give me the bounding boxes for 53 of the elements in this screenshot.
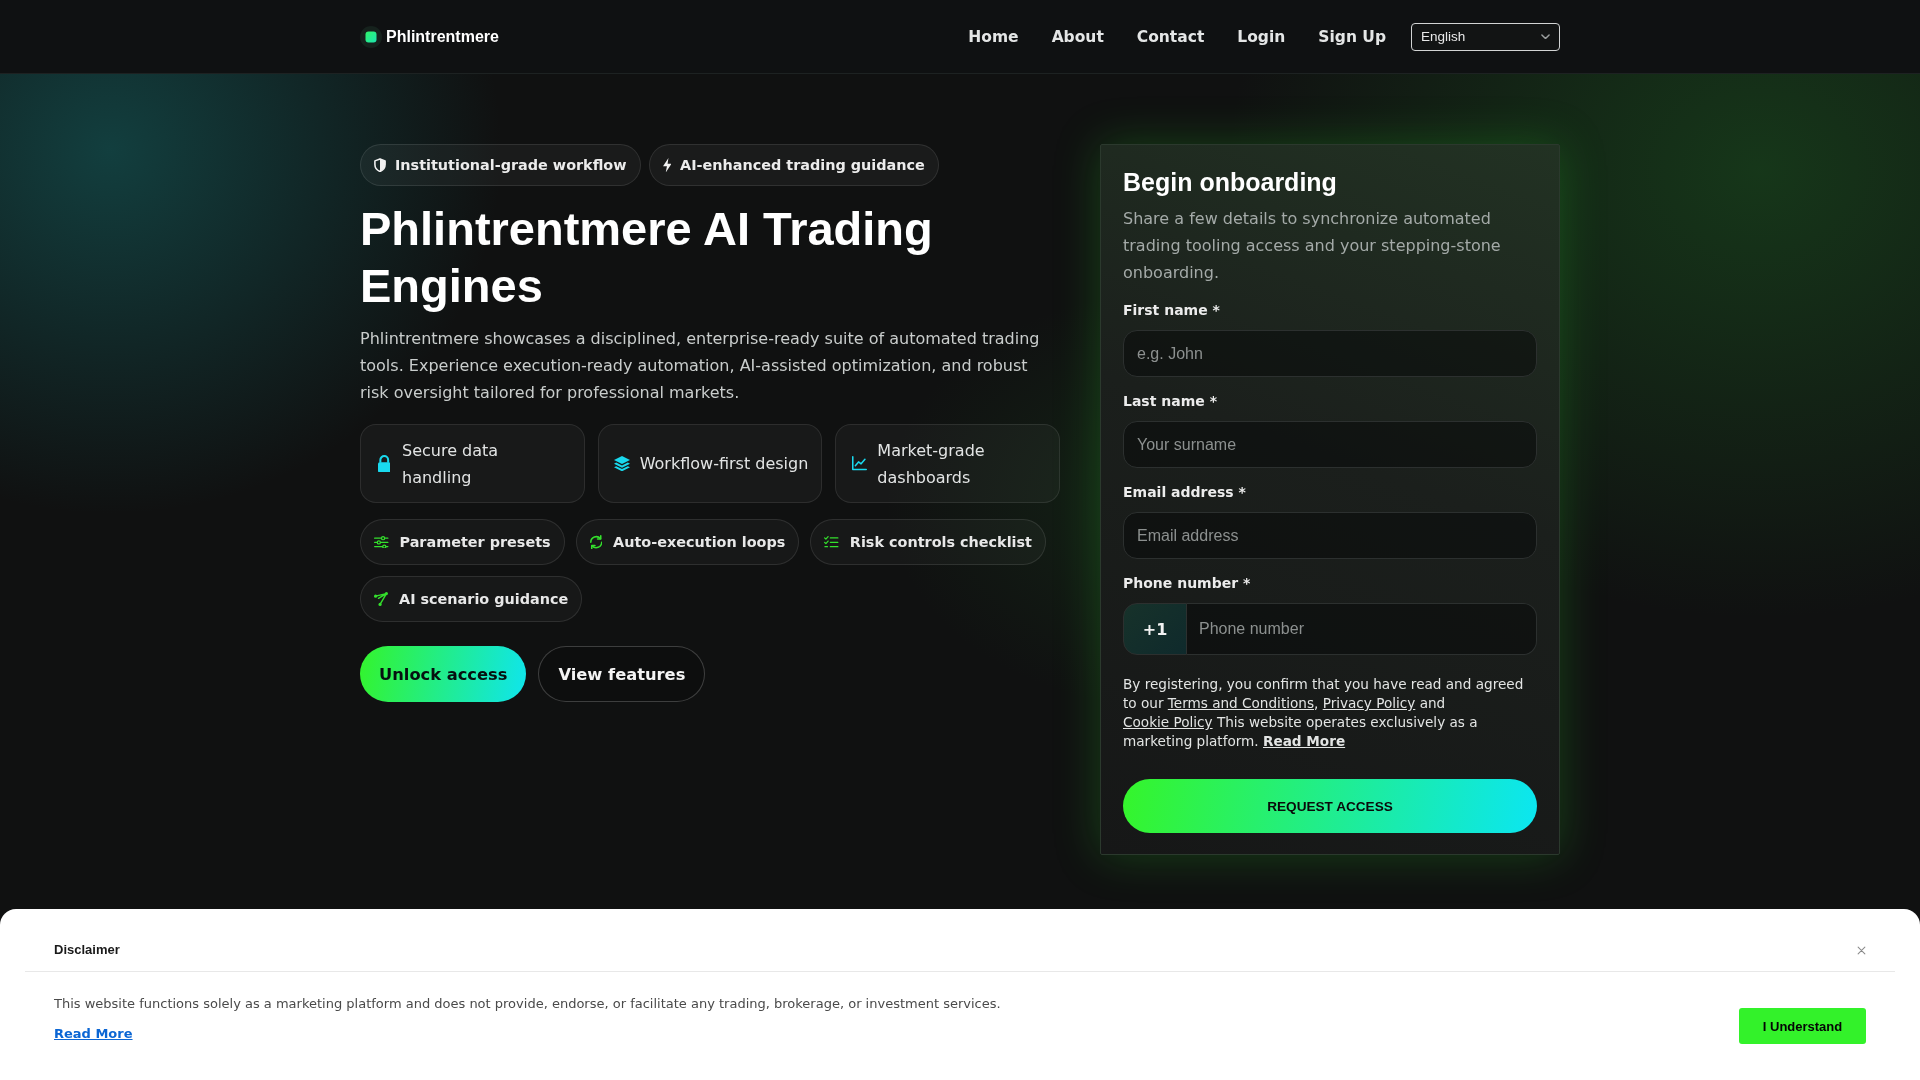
secondary-cta-button[interactable]: View features (538, 646, 706, 702)
line-chart-icon (851, 456, 867, 471)
submit-button[interactable]: REQUEST ACCESS (1123, 779, 1537, 833)
nav-link[interactable]: About (1051, 27, 1104, 46)
field-label: First name * (1123, 301, 1221, 319)
capability-tag-text: AI scenario guidance (399, 591, 569, 607)
country-code[interactable]: +1 (1123, 603, 1187, 655)
disclaimer-title: Disclaimer (54, 941, 120, 959)
understand-button[interactable]: I Understand (1739, 1008, 1866, 1044)
feature-badge-text: AI-enhanced trading guidance (680, 157, 925, 173)
form-title: Begin onboarding (1123, 167, 1338, 197)
padlock-icon (377, 454, 391, 473)
close-icon[interactable] (1857, 945, 1866, 955)
checklist-icon (824, 536, 839, 548)
input-field[interactable]: Your surname (1123, 421, 1537, 468)
feature-card-text: Secure data handling (402, 439, 500, 489)
brand-name: Phlintrentmere (386, 27, 499, 46)
form-description: Share a few details to synchronize automated trading tooling access and your stepping-stone onboarding. (1123, 208, 1502, 284)
hero-description: Phlintrentmere showcases a disciplined, enterprise-ready suite of automated trading tools. Experience execution-ready automation, AI-assisted optimization, and robust risk oversight tailored for professional markets. (360, 328, 1041, 404)
nav-link[interactable]: Contact (1136, 27, 1205, 46)
consent-text: By registering, you confirm that you have read and agreed to our Terms and Conditions, Privacy Policy and Cookie Policy This website operates exclusively as a marketing platform. Read More (1123, 675, 1525, 751)
refresh-icon (589, 534, 603, 550)
language-select[interactable]: English (1411, 22, 1560, 51)
connected-nodes-icon (374, 592, 388, 606)
nav-link[interactable]: Login (1237, 27, 1286, 46)
field-label: Phone number * (1123, 574, 1252, 592)
nav-link[interactable]: Sign Up (1318, 27, 1386, 46)
input-field[interactable]: Email address (1123, 512, 1537, 559)
policy-link[interactable]: Cookie Policy (1123, 714, 1213, 730)
feature-card-text: Market-grade dashboards (877, 439, 986, 489)
capability-tag-text: Parameter presets (399, 534, 551, 550)
input-field[interactable]: Phone number (1187, 603, 1537, 655)
capability-tag-text: Risk controls checklist (849, 534, 1032, 550)
primary-cta-button[interactable]: Unlock access (360, 646, 527, 702)
nav-link[interactable]: Home (968, 27, 1019, 46)
sliders-icon (374, 535, 389, 549)
shield-icon (374, 157, 386, 173)
input-field[interactable]: e.g. John (1123, 330, 1537, 377)
field-label: Email address * (1123, 483, 1247, 501)
read-more-link[interactable]: Read More (1263, 733, 1346, 749)
caret-icon (1541, 33, 1550, 40)
policy-link[interactable]: Terms and Conditions (1167, 695, 1314, 711)
feature-badge-text: Institutional-grade workflow (395, 157, 627, 173)
read-more-link[interactable]: Read More (54, 1025, 133, 1043)
logo-icon (360, 25, 382, 48)
layers-icon (613, 455, 630, 472)
field-label: Last name * (1123, 392, 1218, 410)
lightning-bolt-icon (662, 157, 672, 173)
disclaimer-text: This website functions solely as a marketing platform and does not provide, endorse, or facilitate any trading, brokerage, or investment services. (54, 995, 1001, 1013)
policy-link[interactable]: Privacy Policy (1322, 695, 1416, 711)
hero-title: Phlintrentmere AI Trading Engines (360, 201, 934, 314)
capability-tag-text: Auto-execution loops (613, 534, 786, 550)
feature-card-text: Workflow-first design (639, 453, 809, 475)
